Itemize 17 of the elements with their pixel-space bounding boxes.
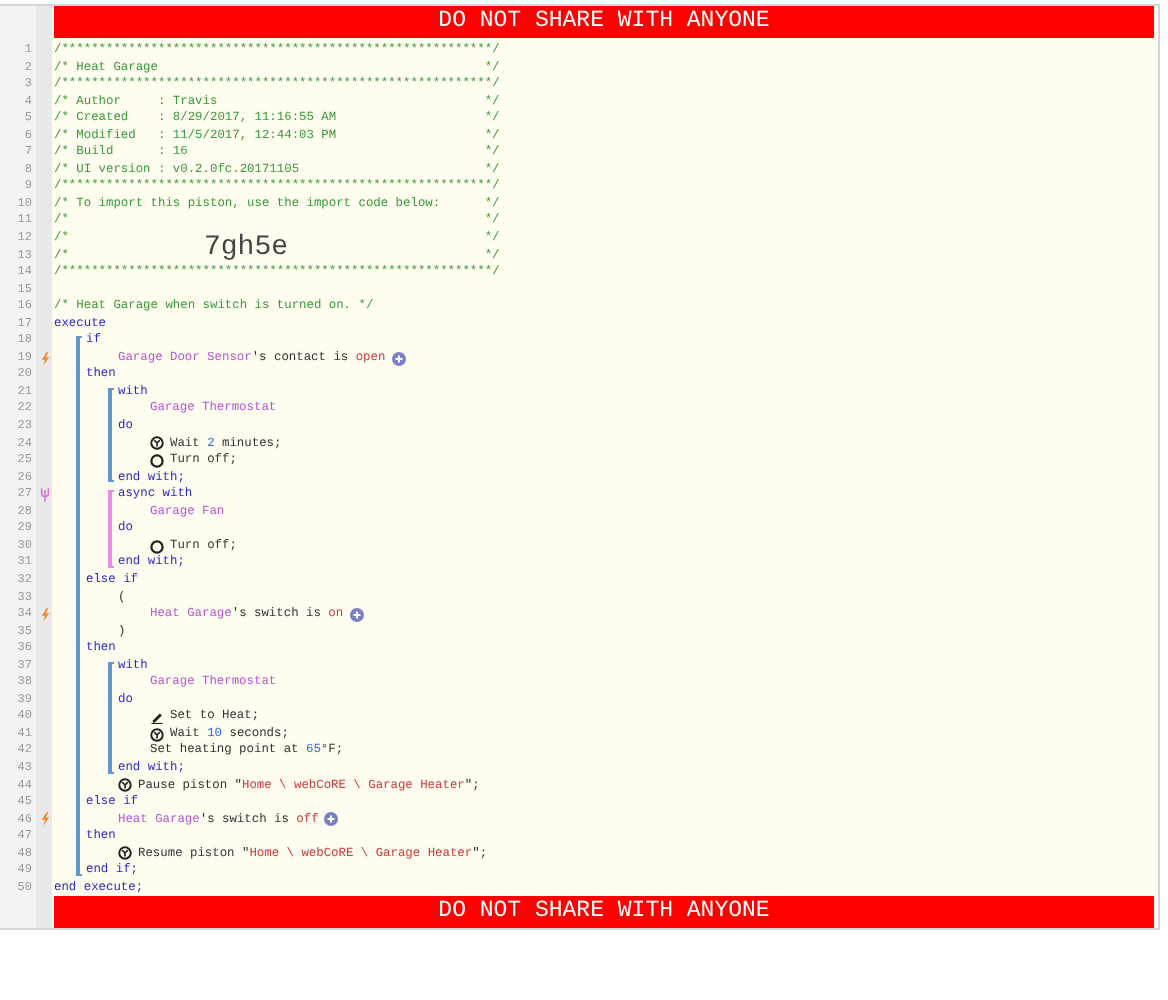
- lightning-icon: [39, 812, 49, 827]
- ring-icon: [150, 453, 164, 468]
- plus-circle-icon: [324, 812, 339, 827]
- lightning-icon: [39, 607, 49, 622]
- warning-banner: DO NOT SHARE WITH ANYONE: [54, 896, 1154, 929]
- fork-icon: [39, 487, 49, 502]
- clock-icon: [150, 436, 164, 451]
- clock-icon: [150, 727, 164, 742]
- clock-icon: [118, 778, 132, 793]
- warning-banner: DO NOT SHARE WITH ANYONE: [54, 6, 1154, 38]
- lightning-icon: [39, 351, 49, 366]
- ring-icon: [150, 539, 164, 554]
- import-code: 7gh5e: [204, 233, 289, 262]
- plus-circle-icon: [391, 351, 406, 366]
- plus-circle-icon: [349, 607, 364, 622]
- pen-icon: [150, 710, 164, 725]
- clock-icon: [118, 846, 132, 861]
